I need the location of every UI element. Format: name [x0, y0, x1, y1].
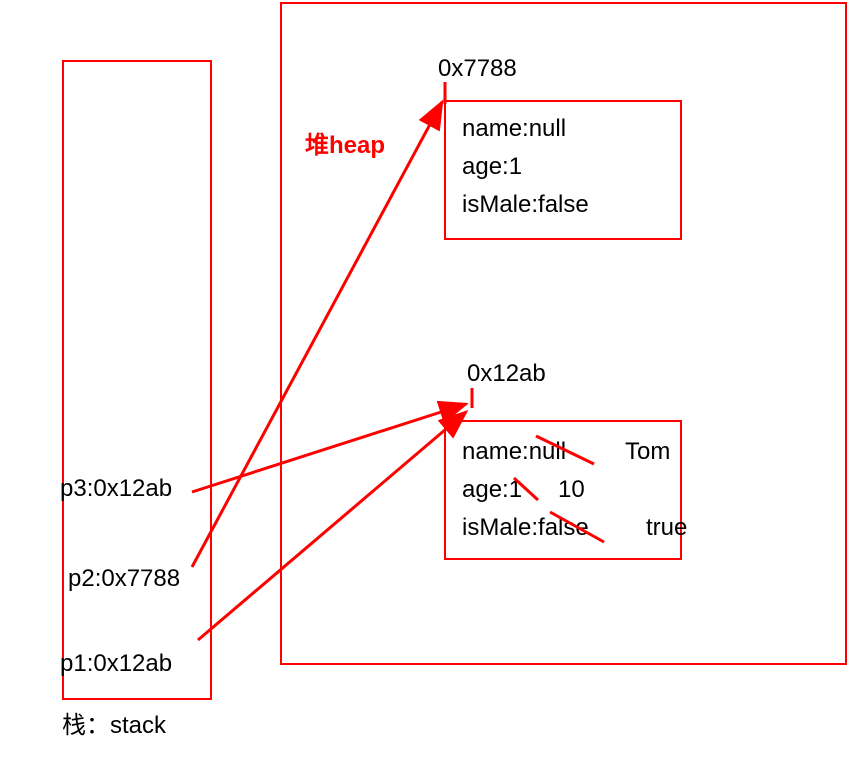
stack-p3: p3:0x12ab [60, 475, 172, 503]
heap-obj2-line2: age:1 [462, 476, 522, 504]
heap-obj1-addr: 0x7788 [438, 55, 517, 83]
heap-obj2-addr: 0x12ab [467, 360, 546, 388]
heap-obj2-new-name: Tom [625, 438, 670, 466]
heap-obj2-line1: name:null [462, 438, 566, 466]
heap-obj1-line3: isMale:false [462, 191, 589, 219]
heap-obj1-line1: name:null [462, 115, 566, 143]
stack-label: 栈：stack [62, 705, 166, 740]
heap-label: 堆heap [305, 125, 385, 160]
heap-obj2-new-age: 10 [558, 476, 585, 504]
stack-p2: p2:0x7788 [68, 565, 180, 593]
heap-obj1-line2: age:1 [462, 153, 522, 181]
heap-obj2-line3: isMale:false [462, 514, 589, 542]
stack-box [62, 60, 212, 700]
stack-p1: p1:0x12ab [60, 650, 172, 678]
heap-obj2-new-ismale: true [646, 514, 687, 542]
